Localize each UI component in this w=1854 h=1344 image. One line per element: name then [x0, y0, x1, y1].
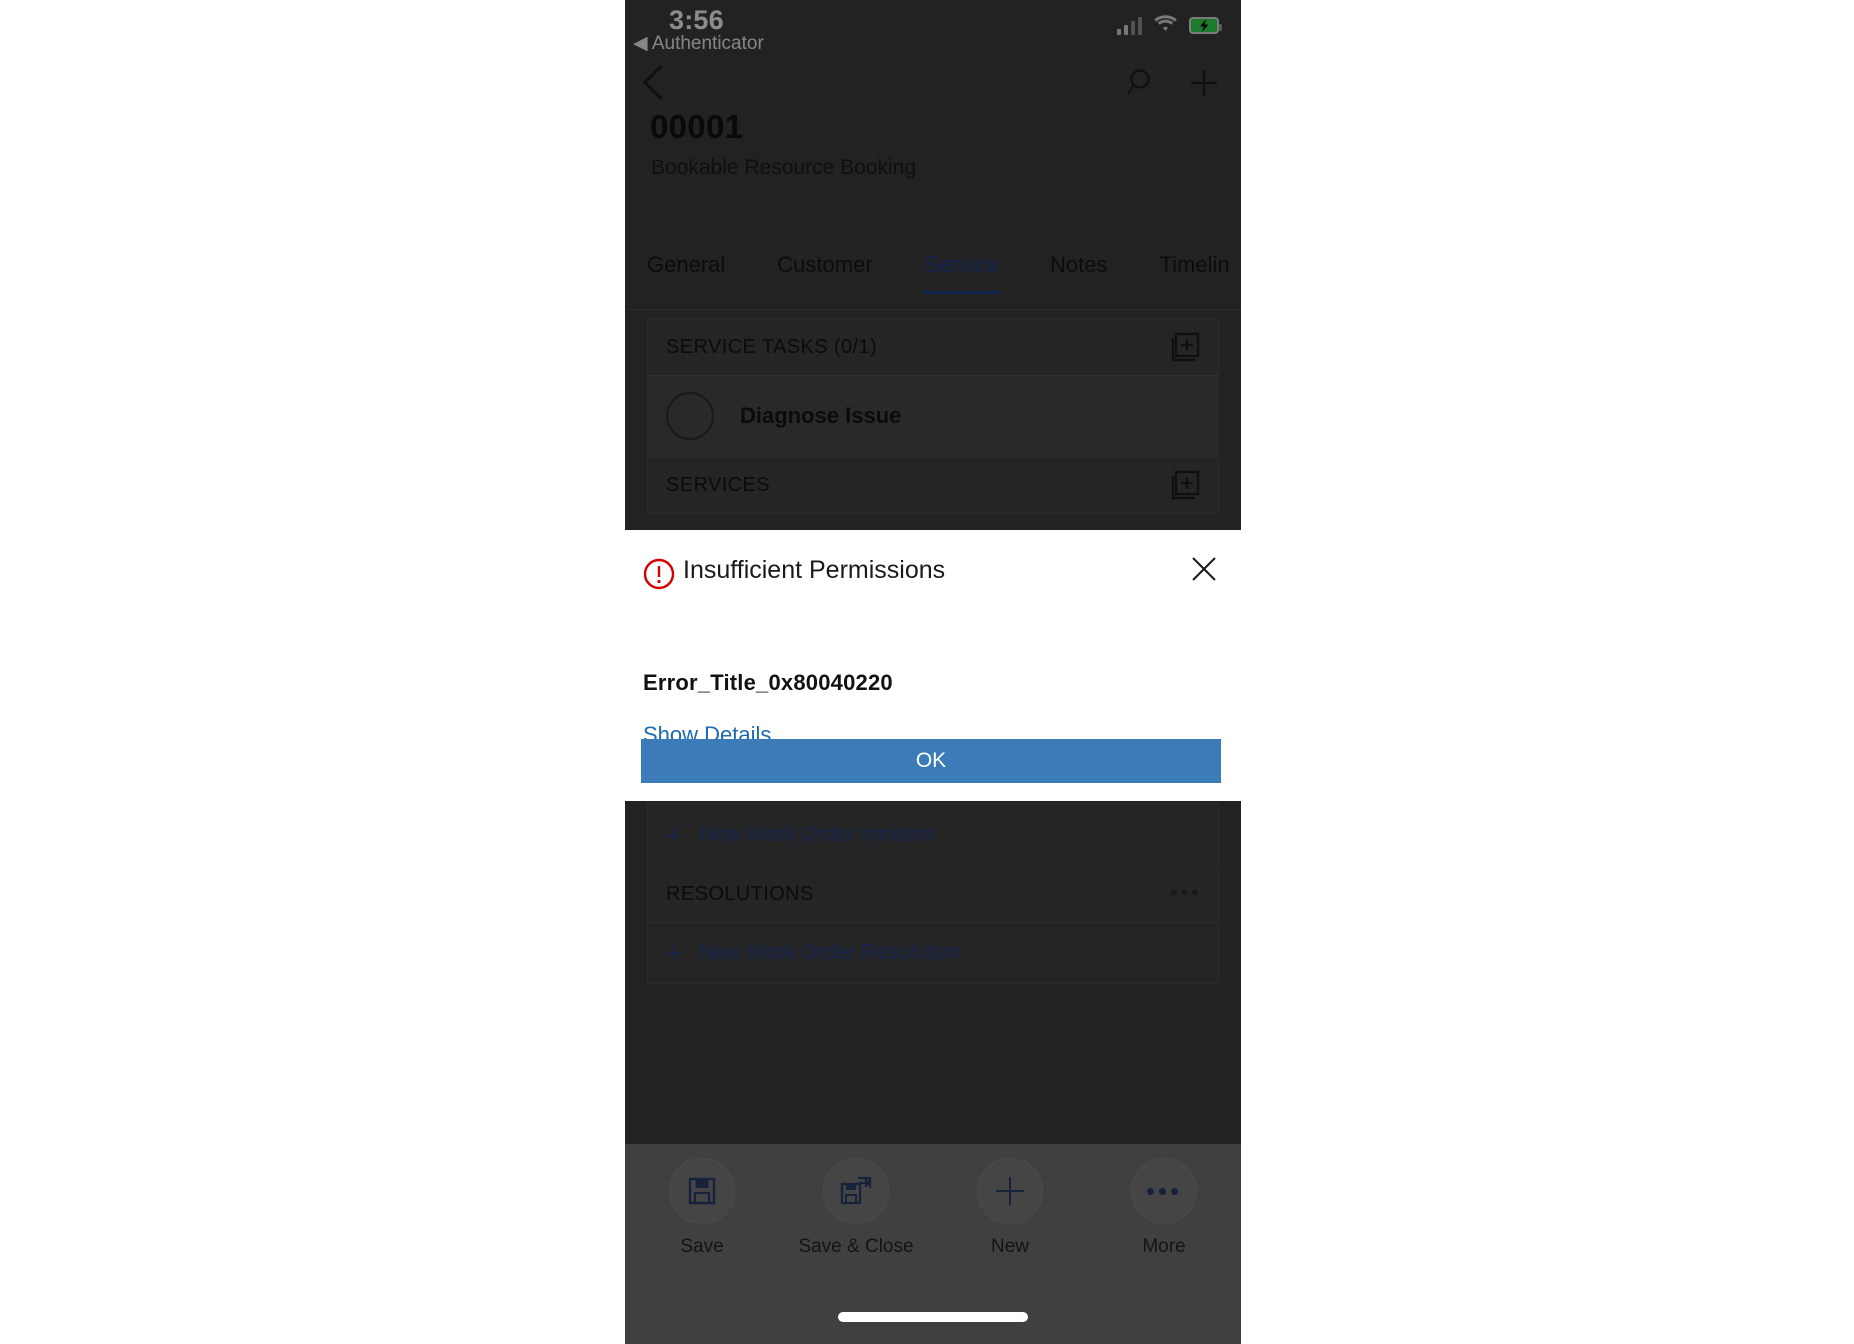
entity-type-label: Bookable Resource Booking: [651, 156, 917, 179]
new-work-order-incident-label: New Work Order Incident: [699, 823, 935, 846]
save-and-close-button[interactable]: Save & Close: [791, 1158, 921, 1258]
tab-service[interactable]: Service: [922, 252, 1001, 294]
app-header: 00001 Bookable Resource Booking: [625, 58, 1241, 179]
battery-charging-icon: [1189, 17, 1222, 34]
save-icon: [669, 1158, 735, 1224]
plus-icon: [977, 1158, 1043, 1224]
return-to-authenticator-link[interactable]: ◀ Authenticator: [633, 32, 764, 55]
status-bar-indicators: [1116, 14, 1222, 37]
dialog-header: Insufficient Permissions: [621, 530, 1241, 622]
error-circle-icon: [643, 558, 675, 595]
save-and-close-label: Save & Close: [798, 1236, 914, 1257]
plus-icon: +: [666, 938, 682, 968]
new-button[interactable]: New: [945, 1158, 1075, 1258]
save-button[interactable]: Save: [637, 1158, 767, 1258]
resolutions-card: RESOLUTIONS ••• + New Work Order Resolut…: [647, 866, 1219, 984]
command-bar: Save Save & Close New ••• More: [625, 1144, 1241, 1344]
task-name: Diagnose Issue: [740, 403, 902, 428]
home-indicator: [838, 1312, 1028, 1322]
tab-timeline[interactable]: Timelin: [1159, 252, 1229, 294]
close-icon[interactable]: [1189, 554, 1219, 584]
signal-icon: [1116, 16, 1142, 35]
lower-sections: + New Work Order Incident RESOLUTIONS ••…: [625, 803, 1241, 984]
task-complete-toggle[interactable]: [666, 392, 714, 440]
service-tasks-header: SERVICE TASKS (0/1): [648, 319, 1218, 375]
service-tab-content: SERVICE TASKS (0/1) Diagnose Issue SERVI…: [625, 318, 1241, 514]
new-work-order-resolution-label: New Work Order Resolution: [699, 941, 961, 964]
ok-button[interactable]: OK: [641, 739, 1221, 783]
tab-customer[interactable]: Customer: [777, 252, 872, 294]
save-label: Save: [680, 1236, 724, 1257]
tab-notes[interactable]: Notes: [1050, 252, 1107, 294]
wifi-icon: [1153, 14, 1178, 37]
add-record-icon[interactable]: [1168, 331, 1202, 370]
add-record-icon[interactable]: [1168, 469, 1202, 508]
tab-bar: General Customer Service Notes Timelin: [625, 252, 1241, 310]
tab-general[interactable]: General: [647, 252, 725, 294]
more-ellipsis-icon: •••: [1131, 1158, 1197, 1224]
resolutions-header: RESOLUTIONS •••: [648, 866, 1218, 922]
services-label: SERVICES: [666, 473, 770, 496]
resolutions-label: RESOLUTIONS: [666, 882, 814, 905]
plus-icon: +: [666, 820, 682, 850]
more-label: More: [1142, 1236, 1186, 1257]
save-and-close-icon: [823, 1158, 889, 1224]
services-header: SERVICES: [648, 457, 1218, 513]
more-ellipsis-icon[interactable]: •••: [1170, 880, 1202, 906]
service-tasks-label: SERVICE TASKS (0/1): [666, 335, 878, 358]
command-bar-items: Save Save & Close New ••• More: [625, 1144, 1241, 1258]
new-work-order-resolution-link[interactable]: + New Work Order Resolution: [648, 922, 1218, 983]
services-card: SERVICES: [647, 457, 1219, 514]
dialog-title: Insufficient Permissions: [683, 556, 946, 584]
table-row[interactable]: Diagnose Issue: [648, 375, 1218, 456]
plus-icon[interactable]: [1187, 66, 1221, 105]
page-title: 00001: [650, 108, 744, 145]
incidents-card: + New Work Order Incident: [647, 803, 1219, 866]
service-tasks-card: SERVICE TASKS (0/1) Diagnose Issue: [647, 318, 1219, 457]
new-work-order-incident-link[interactable]: + New Work Order Incident: [648, 804, 1218, 865]
screenshot-canvas: 3:56 ◀ Authenticator 00001 Bookable Reso…: [0, 0, 1854, 1344]
more-button[interactable]: ••• More: [1099, 1158, 1229, 1258]
status-bar: 3:56 ◀ Authenticator: [625, 0, 1241, 58]
chevron-left-icon[interactable]: [642, 64, 679, 101]
dialog-message: Error_Title_0x80040220: [643, 670, 893, 695]
new-label: New: [990, 1236, 1029, 1257]
search-icon[interactable]: [1125, 66, 1159, 105]
